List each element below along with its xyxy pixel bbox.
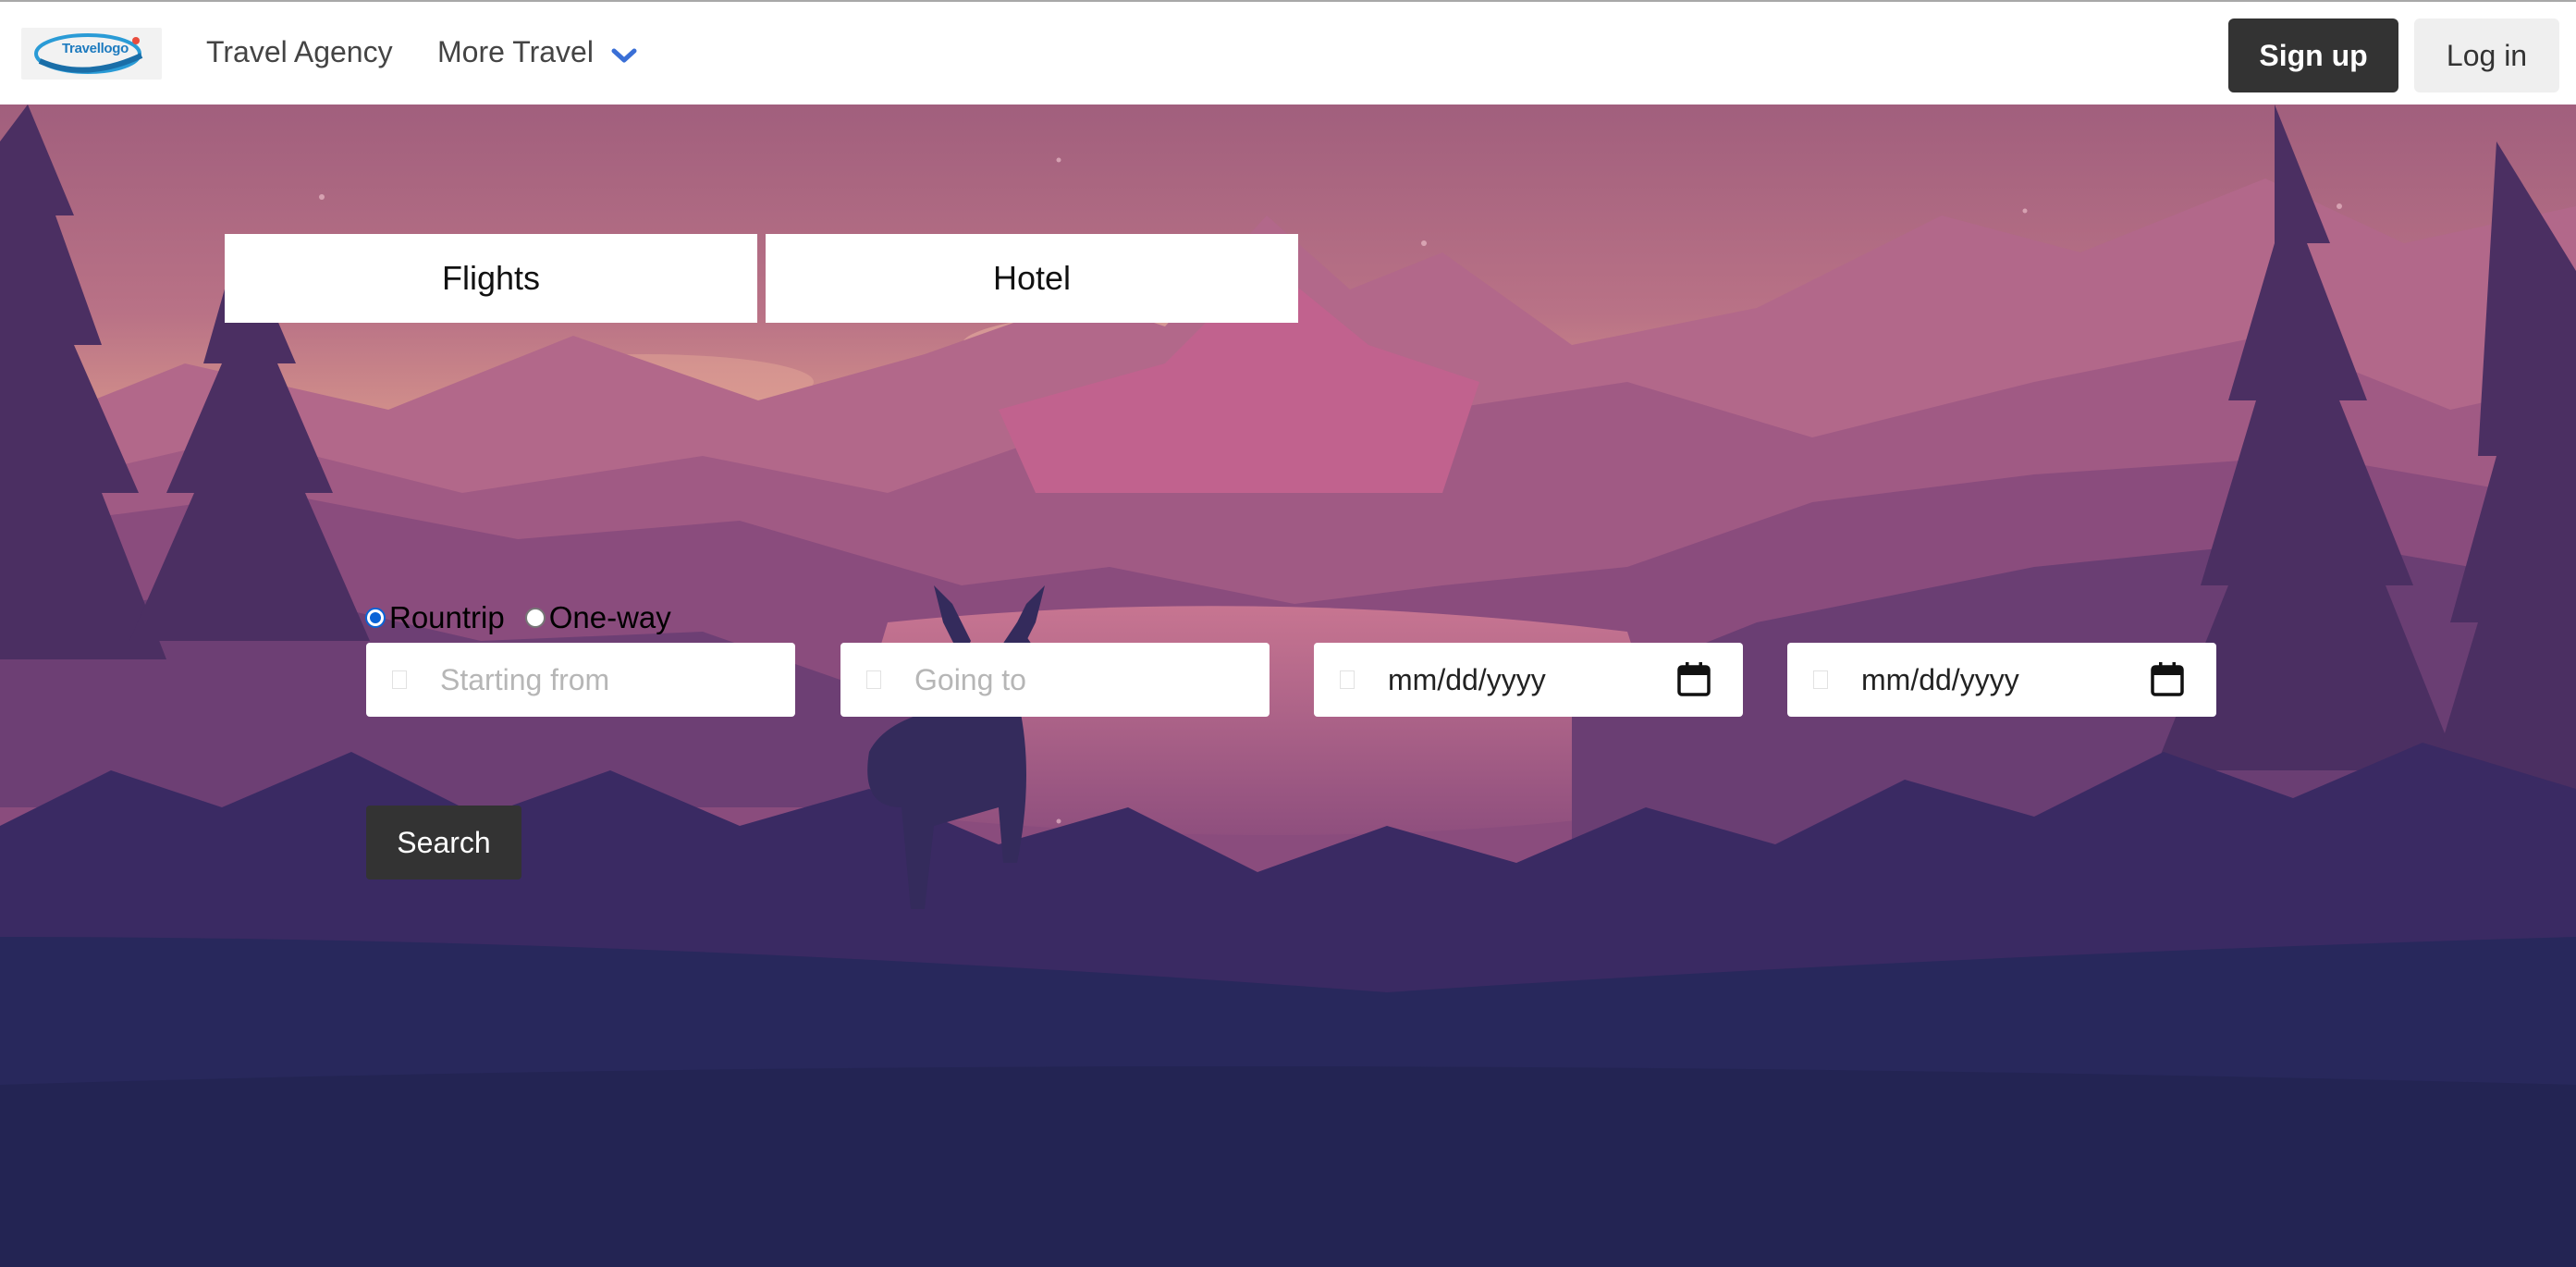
- calendar-icon[interactable]: [1677, 661, 1711, 696]
- input-icon: [866, 670, 881, 689]
- return-date-input[interactable]: mm/dd/yyyy: [1787, 643, 2216, 717]
- brand-logo[interactable]: Travellogo: [21, 28, 162, 80]
- tab-flights[interactable]: Flights: [225, 234, 757, 323]
- one-way-label[interactable]: One-way: [549, 600, 671, 635]
- input-icon: [1813, 670, 1828, 689]
- signup-button[interactable]: Sign up: [2228, 18, 2398, 92]
- nav-link-more-travel[interactable]: More Travel: [437, 35, 594, 69]
- nav-link-travel-agency[interactable]: Travel Agency: [206, 35, 393, 69]
- destination-placeholder: Going to: [914, 663, 1026, 696]
- tab-hotel[interactable]: Hotel: [766, 234, 1298, 323]
- destination-input[interactable]: Going to: [840, 643, 1270, 717]
- hero-section: Flights Hotel Rountrip One-way Starting …: [0, 105, 2576, 1267]
- input-icon: [1340, 670, 1355, 689]
- depart-date-value: mm/dd/yyyy: [1388, 663, 1546, 696]
- chevron-down-icon[interactable]: [610, 46, 638, 65]
- origin-placeholder: Starting from: [440, 663, 610, 696]
- rountrip-label[interactable]: Rountrip: [389, 600, 505, 635]
- login-button[interactable]: Log in: [2414, 18, 2559, 92]
- return-date-value: mm/dd/yyyy: [1861, 663, 2019, 696]
- input-icon: [392, 670, 407, 689]
- logo-text: Travellogo: [62, 41, 129, 56]
- depart-date-input[interactable]: mm/dd/yyyy: [1314, 643, 1743, 717]
- calendar-icon[interactable]: [2151, 661, 2184, 696]
- one-way-radio[interactable]: [524, 608, 546, 628]
- rountrip-radio[interactable]: [365, 608, 386, 628]
- origin-input[interactable]: Starting from: [366, 643, 795, 717]
- top-navbar: Travellogo Travel Agency More Travel Sig…: [0, 0, 2576, 105]
- search-button[interactable]: Search: [366, 806, 521, 880]
- trip-type-radio-group: Rountrip One-way: [365, 599, 692, 636]
